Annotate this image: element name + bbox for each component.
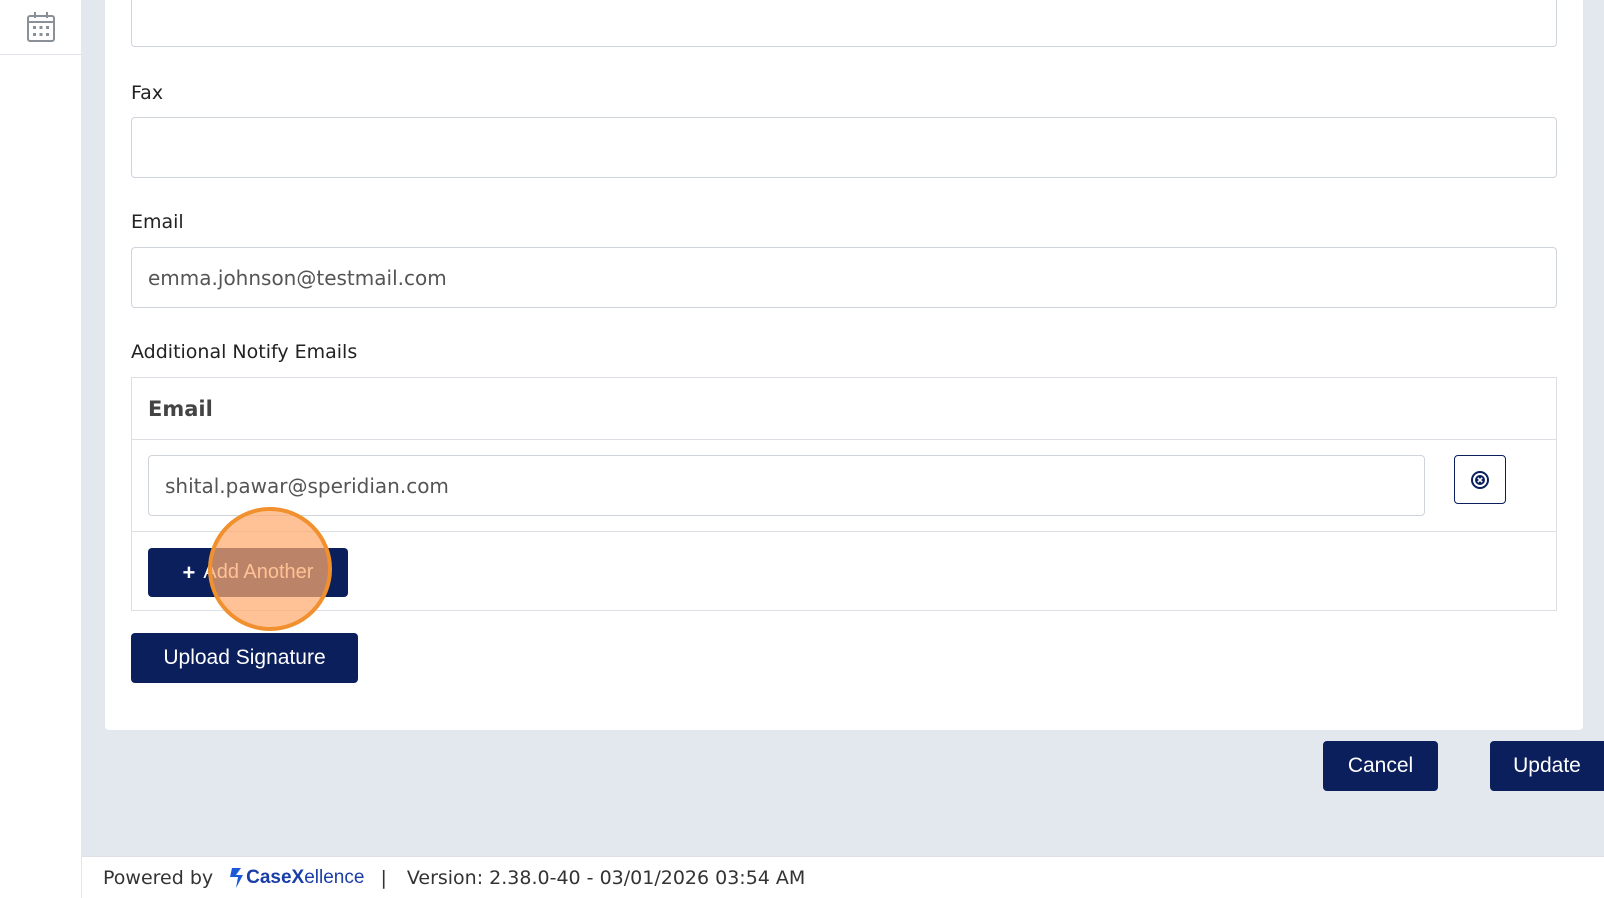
upload-signature-button[interactable]: Upload Signature — [131, 633, 358, 683]
add-another-button[interactable]: + Add Another — [148, 548, 348, 597]
footer: Powered by CaseX ellence | Version: 2.38.… — [82, 856, 1604, 898]
casexellence-logo[interactable]: CaseX ellence — [227, 867, 364, 889]
sidebar — [0, 0, 82, 898]
sidebar-calendar-item[interactable] — [0, 0, 82, 55]
fax-label: Fax — [131, 82, 164, 104]
footer-separator: | — [380, 866, 387, 889]
additional-emails-label: Additional Notify Emails — [131, 341, 358, 363]
version-text: Version: 2.38.0-40 - 03/01/2026 03:54 AM — [406, 866, 806, 889]
brand-mark-icon — [230, 867, 244, 888]
powered-by-text: Powered by — [103, 866, 214, 889]
brand-name-rest: ellence — [304, 866, 365, 888]
previous-field-input[interactable] — [131, 0, 1557, 47]
additional-emails-table: Email shital.pawar@speridian.com + Add A… — [131, 377, 1557, 611]
email-input[interactable]: emma.johnson@testmail.com — [131, 247, 1557, 308]
notify-email-input[interactable]: shital.pawar@speridian.com — [148, 455, 1425, 516]
email-column-header: Email — [132, 378, 1556, 440]
add-another-label: Add Another — [203, 561, 314, 583]
cancel-button[interactable]: Cancel — [1323, 741, 1438, 791]
update-button[interactable]: Update — [1490, 741, 1604, 791]
brand-name-case: CaseX — [246, 866, 305, 888]
table-row: shital.pawar@speridian.com — [132, 440, 1556, 532]
calendar-icon — [27, 12, 55, 42]
remove-email-button[interactable] — [1454, 455, 1506, 504]
email-label: Email — [131, 211, 184, 233]
close-circle-icon — [1471, 470, 1489, 489]
fax-input[interactable] — [131, 117, 1557, 178]
plus-icon: + — [182, 559, 196, 585]
form-card — [105, 0, 1583, 730]
